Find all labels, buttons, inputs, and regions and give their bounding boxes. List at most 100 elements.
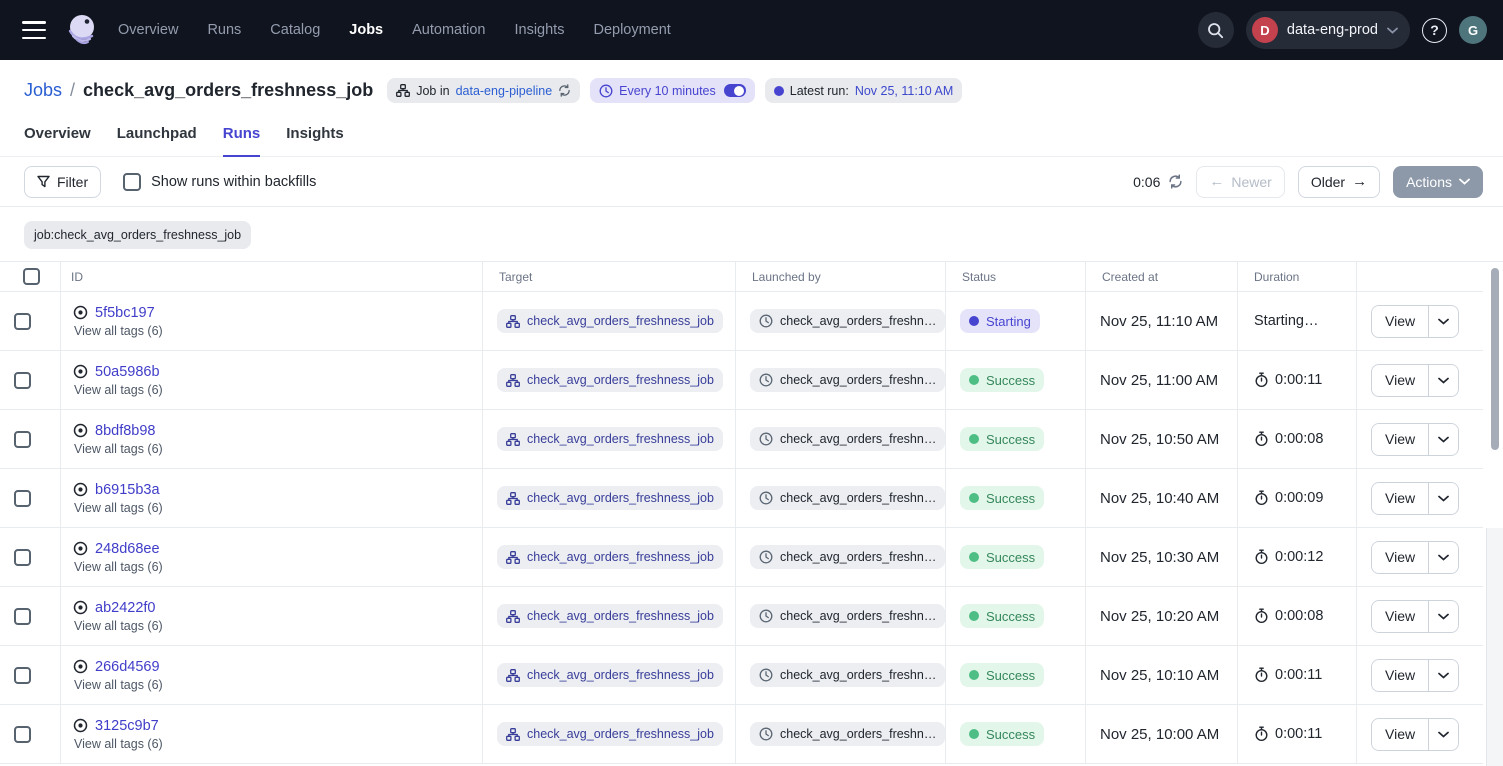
row-checkbox[interactable] — [14, 667, 31, 684]
target-pill[interactable]: check_avg_orders_freshness_job — [497, 427, 723, 451]
reload-location-icon[interactable] — [558, 84, 571, 97]
dagster-logo-icon[interactable] — [64, 12, 100, 48]
scrollbar-thumb[interactable] — [1491, 268, 1499, 450]
created-at-value: Nov 25, 10:40 AM — [1100, 490, 1219, 507]
row-checkbox[interactable] — [14, 608, 31, 625]
nav-item-deployment[interactable]: Deployment — [593, 22, 670, 38]
view-button[interactable]: View — [1372, 306, 1428, 337]
target-pill[interactable]: check_avg_orders_freshness_job — [497, 722, 723, 746]
run-id-link[interactable]: b6915b3a — [95, 482, 160, 498]
launched-by-pill[interactable]: check_avg_orders_freshn… — [750, 309, 945, 333]
view-all-tags-link[interactable]: View all tags (6) — [73, 560, 163, 574]
launched-by-pill[interactable]: check_avg_orders_freshn… — [750, 604, 945, 628]
tab-runs[interactable]: Runs — [223, 125, 261, 156]
filter-button[interactable]: Filter — [24, 166, 101, 198]
run-target-icon — [73, 718, 88, 733]
view-all-tags-link[interactable]: View all tags (6) — [73, 324, 163, 338]
row-checkbox[interactable] — [14, 313, 31, 330]
nav-item-automation[interactable]: Automation — [412, 22, 485, 38]
launched-by-pill[interactable]: check_avg_orders_freshn… — [750, 545, 945, 569]
countdown-value: 0:06 — [1133, 174, 1160, 190]
run-id-link[interactable]: 3125c9b7 — [95, 718, 159, 734]
newer-button[interactable]: ← Newer — [1196, 166, 1284, 198]
stopwatch-icon — [1254, 431, 1269, 447]
search-button[interactable] — [1198, 12, 1234, 48]
view-button[interactable]: View — [1372, 483, 1428, 514]
arrow-right-icon: → — [1352, 174, 1367, 189]
clock-icon — [759, 550, 773, 564]
workspace-switcher[interactable]: D data-eng-prod — [1246, 11, 1410, 49]
view-all-tags-link[interactable]: View all tags (6) — [73, 383, 163, 397]
show-backfills-checkbox[interactable] — [123, 173, 141, 191]
view-dropdown-button[interactable] — [1428, 601, 1458, 632]
target-pill[interactable]: check_avg_orders_freshness_job — [497, 368, 723, 392]
run-status-dot-icon — [774, 86, 784, 96]
run-id-link[interactable]: 5f5bc197 — [95, 305, 155, 321]
code-location-link[interactable]: data-eng-pipeline — [456, 84, 553, 98]
refresh-icon[interactable] — [1168, 174, 1183, 189]
row-checkbox[interactable] — [14, 726, 31, 743]
older-button[interactable]: Older → — [1298, 166, 1380, 198]
launched-by-pill[interactable]: check_avg_orders_freshn… — [750, 663, 945, 687]
run-id-link[interactable]: 248d68ee — [95, 541, 160, 557]
run-id-link[interactable]: ab2422f0 — [95, 600, 155, 616]
job-in-label: Job in — [416, 84, 449, 98]
view-all-tags-link[interactable]: View all tags (6) — [73, 619, 163, 633]
chevron-down-icon — [1459, 178, 1470, 185]
view-all-tags-link[interactable]: View all tags (6) — [73, 501, 163, 515]
chevron-down-icon — [1438, 495, 1449, 502]
view-dropdown-button[interactable] — [1428, 306, 1458, 337]
view-dropdown-button[interactable] — [1428, 542, 1458, 573]
row-checkbox[interactable] — [14, 549, 31, 566]
nav-item-jobs[interactable]: Jobs — [349, 22, 383, 38]
menu-icon[interactable] — [22, 21, 46, 39]
nav-item-insights[interactable]: Insights — [514, 22, 564, 38]
launched-by-pill[interactable]: check_avg_orders_freshn… — [750, 486, 945, 510]
view-button[interactable]: View — [1372, 365, 1428, 396]
nav-item-runs[interactable]: Runs — [207, 22, 241, 38]
tab-insights[interactable]: Insights — [286, 125, 344, 156]
launched-by-pill[interactable]: check_avg_orders_freshn… — [750, 368, 945, 392]
select-all-checkbox[interactable] — [23, 268, 40, 285]
filter-funnel-icon — [37, 175, 50, 188]
schedule-toggle[interactable] — [724, 84, 746, 97]
view-dropdown-button[interactable] — [1428, 424, 1458, 455]
view-all-tags-link[interactable]: View all tags (6) — [73, 737, 163, 751]
view-button[interactable]: View — [1372, 601, 1428, 632]
row-checkbox[interactable] — [14, 431, 31, 448]
view-button[interactable]: View — [1372, 660, 1428, 691]
run-id-link[interactable]: 8bdf8b98 — [95, 423, 155, 439]
row-checkbox[interactable] — [14, 490, 31, 507]
created-at-value: Nov 25, 10:30 AM — [1100, 549, 1219, 566]
tab-launchpad[interactable]: Launchpad — [117, 125, 197, 156]
target-pill[interactable]: check_avg_orders_freshness_job — [497, 309, 723, 333]
view-button[interactable]: View — [1372, 424, 1428, 455]
run-id-link[interactable]: 50a5986b — [95, 364, 160, 380]
row-checkbox[interactable] — [14, 372, 31, 389]
view-dropdown-button[interactable] — [1428, 719, 1458, 750]
view-dropdown-button[interactable] — [1428, 483, 1458, 514]
job-filter-tag[interactable]: job:check_avg_orders_freshness_job — [24, 221, 251, 249]
run-id-link[interactable]: 266d4569 — [95, 659, 160, 675]
view-button[interactable]: View — [1372, 719, 1428, 750]
view-dropdown-button[interactable] — [1428, 660, 1458, 691]
help-icon[interactable]: ? — [1422, 18, 1447, 43]
view-all-tags-link[interactable]: View all tags (6) — [73, 442, 163, 456]
target-pill[interactable]: check_avg_orders_freshness_job — [497, 604, 723, 628]
nav-item-catalog[interactable]: Catalog — [270, 22, 320, 38]
nav-item-overview[interactable]: Overview — [118, 22, 178, 38]
launched-by-pill[interactable]: check_avg_orders_freshn… — [750, 427, 945, 451]
target-pill[interactable]: check_avg_orders_freshness_job — [497, 545, 723, 569]
breadcrumb-jobs-link[interactable]: Jobs — [24, 80, 62, 101]
actions-button[interactable]: Actions — [1393, 166, 1483, 198]
target-pill[interactable]: check_avg_orders_freshness_job — [497, 663, 723, 687]
view-dropdown-button[interactable] — [1428, 365, 1458, 396]
status-label: Success — [986, 727, 1035, 742]
launched-by-pill[interactable]: check_avg_orders_freshn… — [750, 722, 945, 746]
target-pill[interactable]: check_avg_orders_freshness_job — [497, 486, 723, 510]
view-all-tags-link[interactable]: View all tags (6) — [73, 678, 163, 692]
latest-run-link[interactable]: Nov 25, 11:10 AM — [855, 84, 953, 98]
tab-overview[interactable]: Overview — [24, 125, 91, 156]
user-avatar[interactable]: G — [1459, 16, 1487, 44]
view-button[interactable]: View — [1372, 542, 1428, 573]
